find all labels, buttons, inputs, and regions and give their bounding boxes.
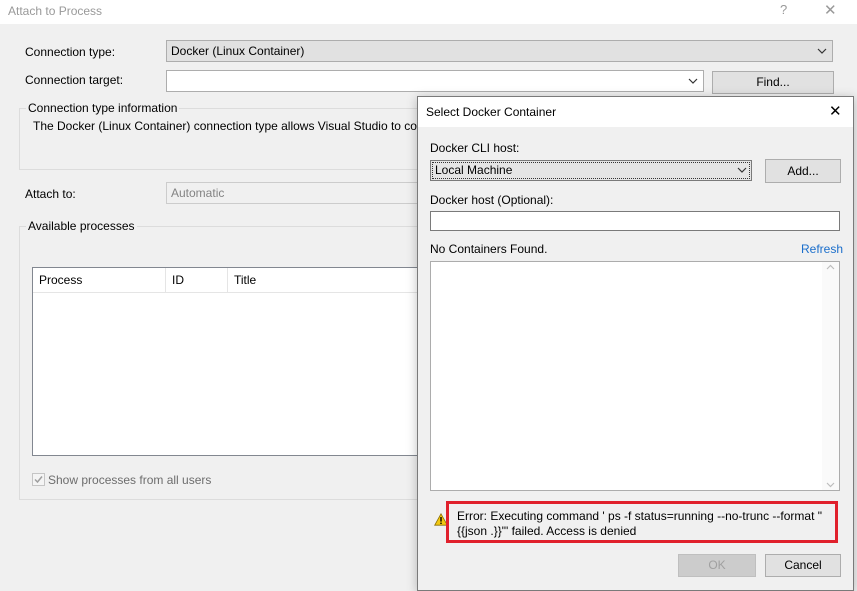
- available-processes-group-title: Available processes: [26, 219, 137, 233]
- close-icon[interactable]: ✕: [824, 1, 837, 19]
- cancel-button[interactable]: Cancel: [765, 554, 841, 577]
- add-host-button[interactable]: Add...: [765, 159, 841, 183]
- column-header-process[interactable]: Process: [33, 268, 166, 293]
- connection-type-label: Connection type:: [25, 45, 116, 59]
- docker-host-input[interactable]: [430, 211, 840, 231]
- refresh-link[interactable]: Refresh: [801, 242, 843, 256]
- chevron-down-icon: [817, 48, 827, 54]
- process-list[interactable]: Process ID Title: [32, 267, 452, 456]
- attach-to-value: Automatic: [171, 186, 225, 200]
- docker-dialog-title: Select Docker Container: [426, 105, 557, 119]
- ok-button[interactable]: OK: [678, 554, 756, 577]
- find-button[interactable]: Find...: [712, 71, 834, 94]
- column-header-id[interactable]: ID: [166, 268, 228, 293]
- connection-target-label: Connection target:: [25, 73, 124, 87]
- scroll-up-arrow-icon[interactable]: [826, 264, 835, 270]
- dialog-title: Attach to Process: [8, 4, 103, 18]
- containers-status-text: No Containers Found.: [430, 242, 548, 256]
- checkmark-icon: [34, 476, 43, 484]
- container-list-scrollbar[interactable]: [822, 262, 839, 490]
- show-all-users-label[interactable]: Show processes from all users: [48, 473, 211, 487]
- chevron-down-icon: [737, 167, 747, 173]
- connection-info-group-title: Connection type information: [26, 101, 180, 115]
- select-docker-container-dialog: Select Docker Container ✕ Docker CLI hos…: [417, 96, 854, 591]
- error-message-text: Error: Executing command ' ps -f status=…: [457, 509, 823, 538]
- scroll-down-arrow-icon[interactable]: [826, 482, 835, 488]
- help-icon[interactable]: ?: [780, 2, 787, 17]
- docker-cli-host-dropdown[interactable]: Local Machine: [430, 160, 752, 181]
- connection-info-group: [19, 108, 419, 170]
- error-message-box: Error: Executing command ' ps -f status=…: [446, 501, 838, 543]
- chevron-down-icon[interactable]: [688, 74, 698, 88]
- docker-title-bar: Select Docker Container ✕: [418, 97, 853, 127]
- container-list[interactable]: [430, 261, 840, 491]
- attach-to-field: Automatic: [166, 182, 418, 204]
- connection-info-text: The Docker (Linux Container) connection …: [33, 119, 417, 133]
- show-all-users-checkbox[interactable]: [32, 473, 45, 486]
- attach-to-label: Attach to:: [25, 187, 76, 201]
- docker-host-label: Docker host (Optional):: [430, 193, 554, 207]
- close-icon[interactable]: ✕: [829, 102, 842, 120]
- docker-cli-host-value: Local Machine: [435, 163, 513, 177]
- docker-cli-host-label: Docker CLI host:: [430, 141, 520, 155]
- connection-type-dropdown[interactable]: Docker (Linux Container): [166, 40, 833, 62]
- title-bar: Attach to Process ? ✕: [0, 0, 857, 24]
- connection-target-combobox[interactable]: [166, 70, 704, 92]
- process-list-header: Process ID Title: [33, 268, 451, 293]
- connection-type-value: Docker (Linux Container): [171, 44, 305, 58]
